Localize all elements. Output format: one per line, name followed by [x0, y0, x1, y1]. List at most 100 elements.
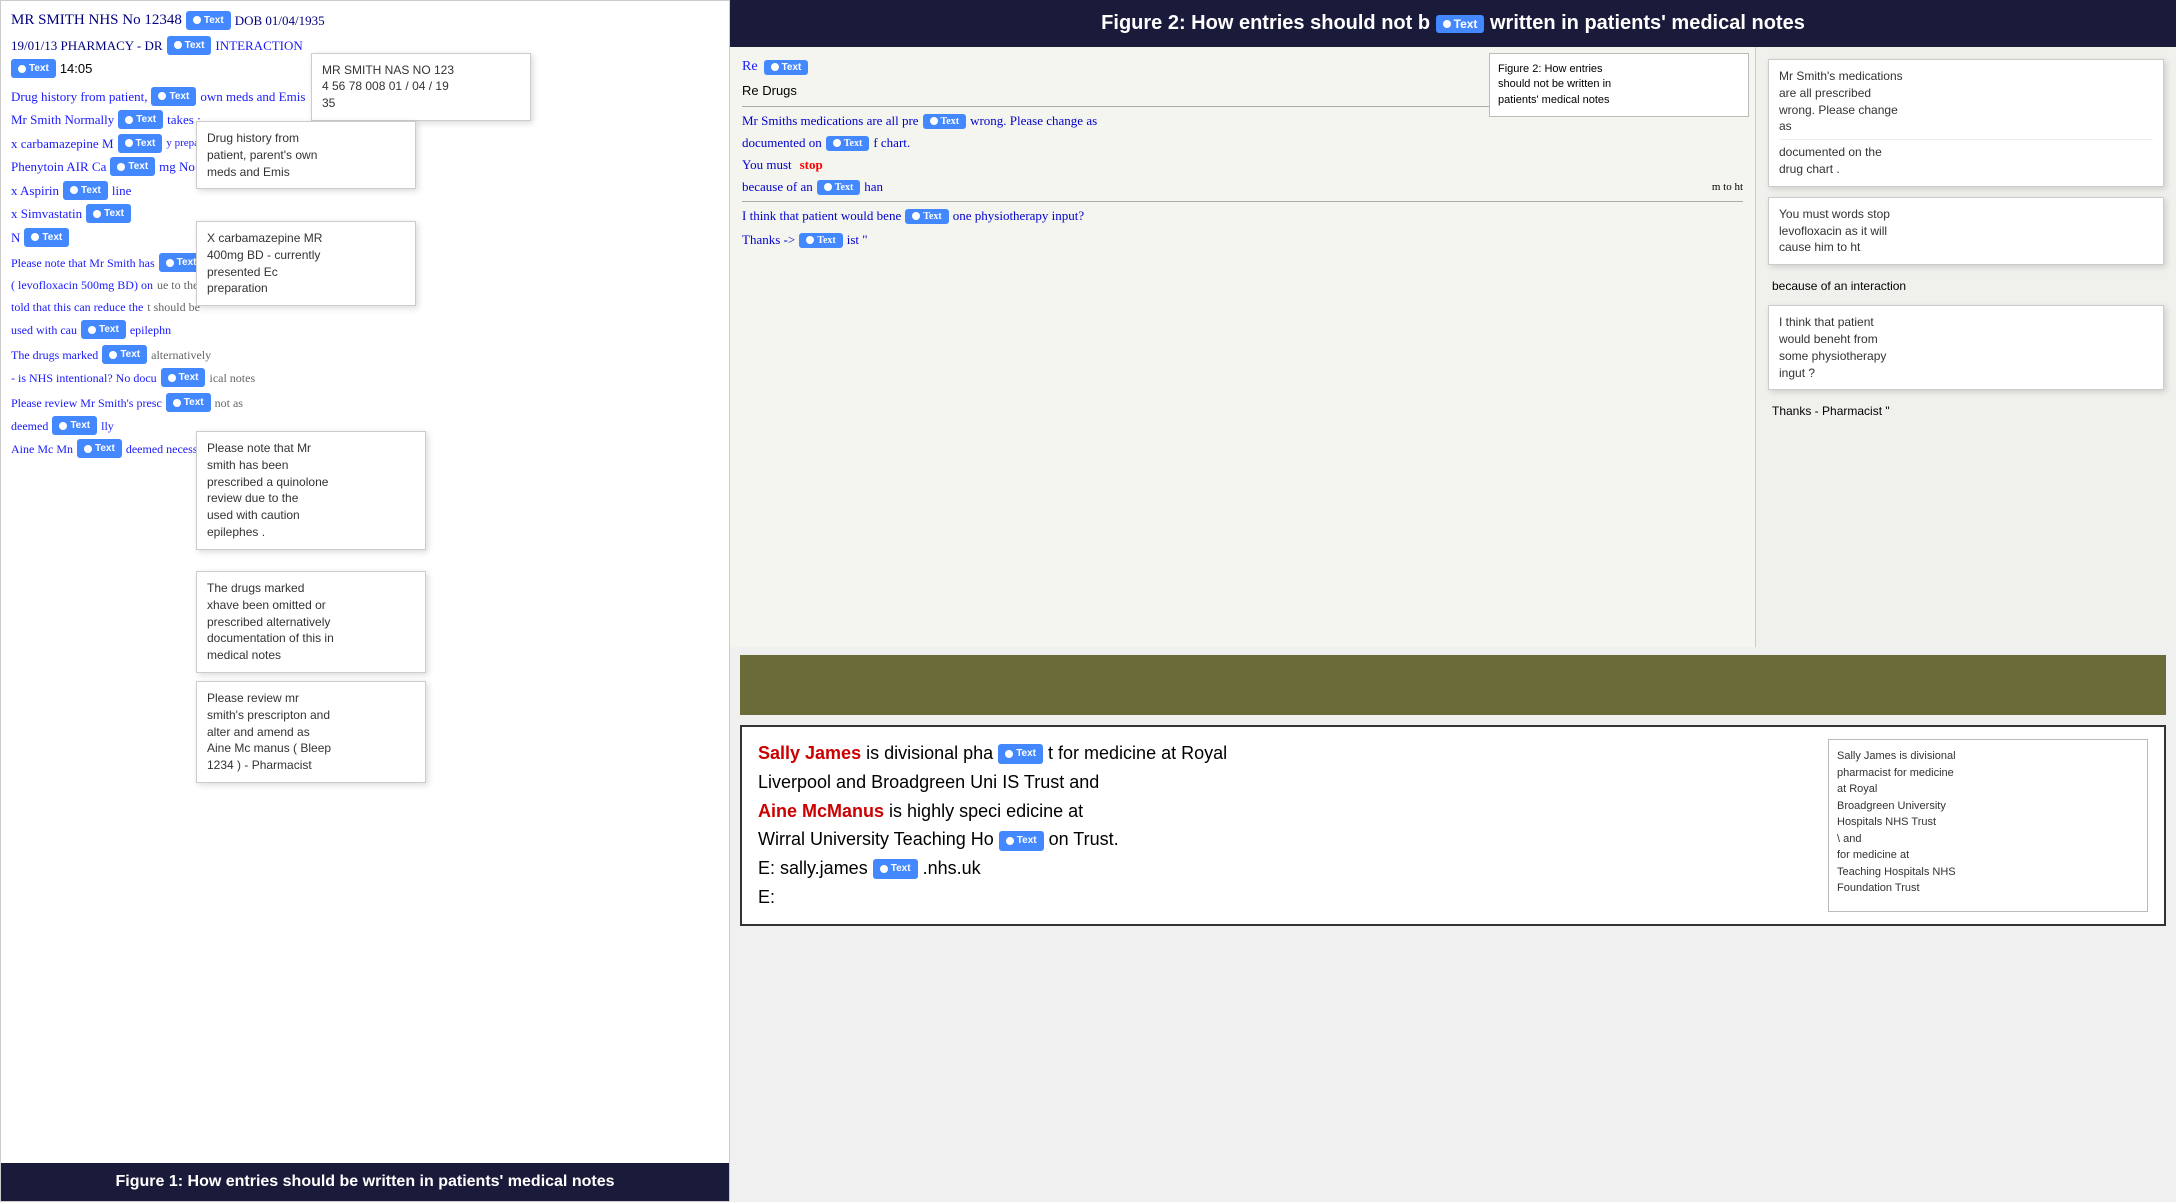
- review-text1: Please review Mr Smith's presc: [11, 394, 162, 412]
- drugs-marked-line2: - is NHS intentional? No docu Text ical …: [11, 368, 719, 387]
- tooltip-you-must: You must words stop levofloxacin as it w…: [1768, 197, 2164, 265]
- text-badge-sally1[interactable]: Text: [998, 744, 1043, 764]
- because-tooltip: because of an interaction: [1768, 275, 2164, 297]
- text-badge-8[interactable]: Text: [63, 181, 108, 200]
- wirral-uni: Wirral University Teaching Ho: [758, 829, 994, 849]
- quinolone-line4: used with cau Text epilephn: [11, 320, 719, 339]
- text-badge-14[interactable]: Text: [161, 368, 206, 387]
- left-caption-bar: Figure 1: How entries should be written …: [1, 1163, 729, 1201]
- sally-uni1: Liverpool and Broadgreen Uni: [758, 772, 997, 792]
- text-badge-2[interactable]: Text: [167, 36, 212, 55]
- right-title-bar: Figure 2: How entries should not b Text …: [730, 0, 2176, 47]
- review-line1: Please review Mr Smith's presc Text not …: [11, 393, 719, 412]
- quinolone-text2: ( levofloxacin 500mg BD) on: [11, 276, 153, 294]
- email-suffix: .nhs.uk: [923, 858, 981, 878]
- simva-text: x Simvastatin: [11, 204, 82, 224]
- sally-section: Sally James is divisional pha Text t for…: [740, 725, 2166, 926]
- text-badge-9[interactable]: Text: [86, 204, 131, 223]
- text-badge-6[interactable]: Text: [118, 134, 163, 153]
- sally-line1: Sally James is divisional pha Text t for…: [758, 739, 1816, 768]
- text-badge-title[interactable]: Text: [1436, 15, 1485, 33]
- text-badge-because[interactable]: Text: [817, 180, 861, 195]
- drug-history-text: Drug history from patient,: [11, 87, 147, 107]
- text-badge-3[interactable]: Text: [11, 59, 56, 78]
- sally-text-block: Sally James is divisional pha Text t for…: [758, 739, 1816, 912]
- aspirin-text: x Aspirin: [11, 181, 59, 201]
- text-badge-physio[interactable]: Text: [905, 209, 949, 224]
- sally-trust1: IS Trust and: [1002, 772, 1099, 792]
- text-badge-12[interactable]: Text: [81, 320, 126, 339]
- aspirin-rest: line: [112, 181, 132, 201]
- date-line: 19/01/13 PHARMACY - DR: [11, 36, 163, 56]
- drug-history-rest: own meds and Emis: [200, 87, 305, 107]
- tooltip-header-1: MR SMITH NAS NO 123 4 56 78 008 01 / 04 …: [311, 53, 531, 121]
- rule2: [742, 201, 1743, 202]
- sally-content-flex: Sally James is divisional pha Text t for…: [758, 739, 2148, 912]
- olive-divider-bar: [740, 655, 2166, 715]
- drugs-marked-text2: - is NHS intentional? No docu: [11, 369, 157, 387]
- right-title-text2: written in patients' medical notes: [1490, 12, 1805, 34]
- thanks-line: Thanks -> Text ist ": [742, 232, 1743, 248]
- quinolone-rest3: t should be: [147, 298, 200, 316]
- sally-line6: E:: [758, 883, 1816, 912]
- text-badge-sally2[interactable]: Text: [999, 831, 1044, 851]
- stop-text: stop: [800, 157, 823, 173]
- drugs-marked-line1: The drugs marked Text alternatively: [11, 345, 719, 364]
- text-badge-re[interactable]: Text: [764, 60, 809, 75]
- mr-smith-text: Mr Smith Normally: [11, 110, 114, 130]
- right-title-text: Figure 2: How entries should not b: [1101, 12, 1430, 34]
- review-rest2: lly: [101, 417, 114, 435]
- quinolone-text4: used with cau: [11, 321, 77, 339]
- text-badge-16[interactable]: Text: [52, 416, 97, 435]
- thanks-tooltip: Thanks - Pharmacist ": [1768, 400, 2164, 422]
- sally-line5: E: sally.james Text .nhs.uk: [758, 854, 1816, 883]
- phenytoin-text: Phenytoin AIR Ca: [11, 157, 106, 177]
- review-rest1: not as: [215, 394, 243, 412]
- tooltip-drug-history: Drug history from patient, parent's own …: [196, 121, 416, 189]
- text-badge-5[interactable]: Text: [118, 110, 163, 129]
- sally-name: Sally James: [758, 743, 861, 763]
- text-badge-15[interactable]: Text: [166, 393, 211, 412]
- tooltip-meds-wrong: Mr Smith's medications are all prescribe…: [1768, 59, 2164, 187]
- sally-desc2: t for medicine at Royal: [1048, 743, 1227, 763]
- tooltip-quinolone: Please note that Mr smith has been presc…: [196, 431, 426, 550]
- drugs-marked-text1: The drugs marked: [11, 346, 98, 364]
- text-badge-13[interactable]: Text: [102, 345, 147, 364]
- figure2-mini-tooltip: Figure 2: How entries should not be writ…: [1489, 53, 1749, 117]
- right-main-content: Figure 2: How entries should not be writ…: [730, 47, 2176, 647]
- aine-name: Aine McManus: [758, 801, 884, 821]
- tooltip-physio: I think that patient would beneht from s…: [1768, 305, 2164, 390]
- sally-line2: Liverpool and Broadgreen Uni IS Trust an…: [758, 768, 1816, 797]
- left-caption-text: Figure 1: How entries should be written …: [116, 1173, 615, 1190]
- sally-line4: Wirral University Teaching Ho Text on Tr…: [758, 825, 1816, 854]
- text-badge-7[interactable]: Text: [110, 157, 155, 176]
- text-badge-meds2[interactable]: Text: [826, 136, 870, 151]
- time-value: 14:05: [60, 59, 93, 79]
- tooltip-review: Please review mr smith's prescripton and…: [196, 681, 426, 783]
- nkoa-text: N: [11, 228, 20, 248]
- quinolone-rest2: ue to the: [157, 276, 198, 294]
- carb-text: x carbamazepine M: [11, 134, 114, 154]
- interaction-label: INTERACTION: [215, 36, 302, 56]
- right-note-area: Figure 2: How entries should not be writ…: [730, 47, 1756, 647]
- patient-header-row: MR SMITH NHS No 12348 Text DOB 01/04/193…: [11, 9, 719, 32]
- text-badge-sally3[interactable]: Text: [873, 859, 918, 879]
- phenytoin-rest: mg No: [159, 157, 195, 177]
- text-badge-17[interactable]: Text: [77, 439, 122, 458]
- you-must-line: You must stop: [742, 157, 1743, 173]
- text-badge-thanks[interactable]: Text: [799, 233, 843, 248]
- quinolone-text1: Please note that Mr Smith has: [11, 254, 155, 272]
- quinolone-text3: told that this can reduce the: [11, 298, 143, 316]
- left-panel: MR SMITH NHS No 12348 Text DOB 01/04/193…: [0, 0, 730, 1202]
- re-prefix: Re: [742, 59, 758, 75]
- right-panel: Figure 2: How entries should not b Text …: [730, 0, 2176, 1202]
- wirral-rest: on Trust.: [1049, 829, 1119, 849]
- sally-line3: Aine McManus is highly speci edicine at: [758, 797, 1816, 826]
- quinolone-rest4: epilephn: [130, 321, 171, 339]
- sally-desc1: is divisional pha: [866, 743, 993, 763]
- aine-rest: edicine at: [1006, 801, 1083, 821]
- text-badge-meds1[interactable]: Text: [923, 114, 967, 129]
- text-badge-1[interactable]: Text: [186, 11, 231, 30]
- text-badge-4[interactable]: Text: [151, 87, 196, 106]
- text-badge-10[interactable]: Text: [24, 228, 69, 247]
